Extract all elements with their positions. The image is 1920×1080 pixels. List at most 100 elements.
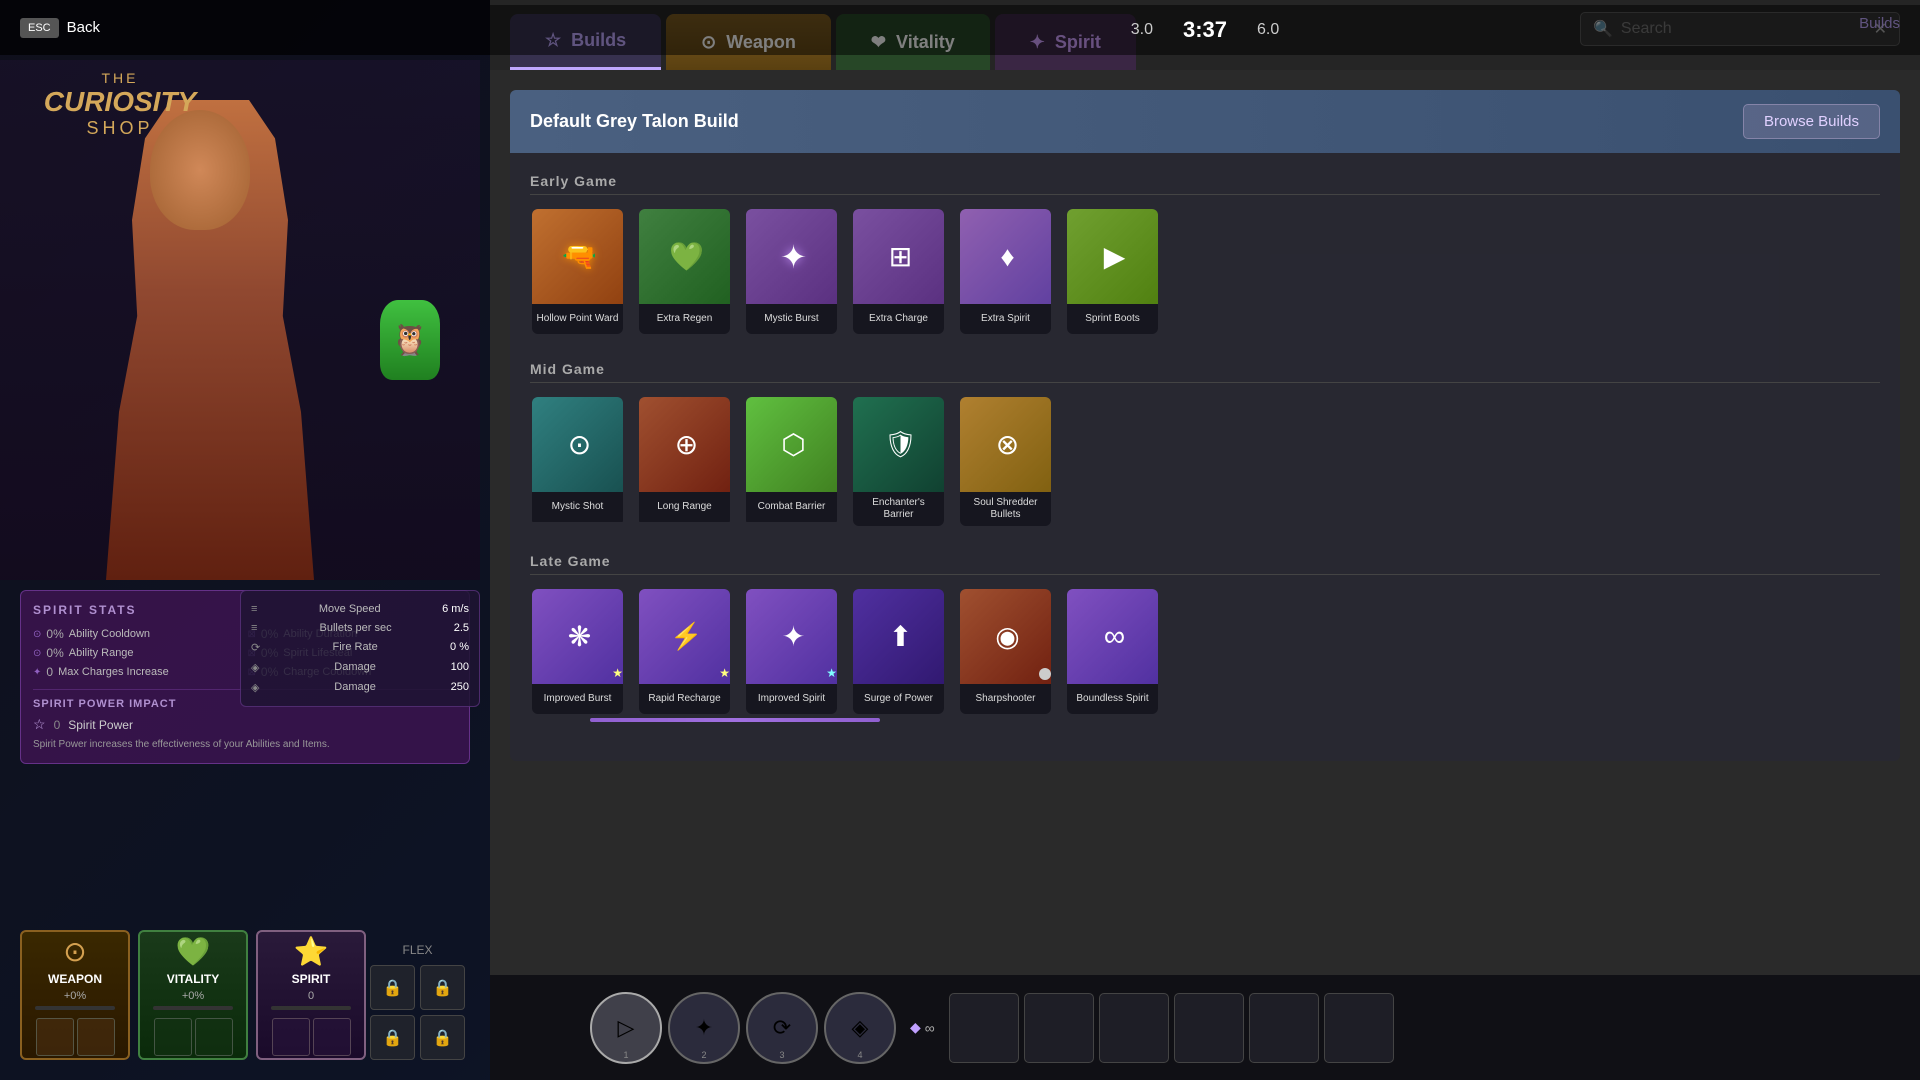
flex-slot-2: 🔒: [420, 965, 465, 1010]
damage1-val: 100: [451, 661, 469, 674]
vitality-icon: 💚: [176, 935, 211, 968]
fire-rate-row: ⟳ Fire Rate 0 %: [251, 639, 469, 656]
spirit-power-label: Spirit Power: [68, 718, 133, 732]
item-sharpshooter[interactable]: ◉ Sharpshooter: [958, 587, 1053, 716]
vitality-slot-2: [195, 1018, 233, 1056]
move-speed-icon: ≡: [251, 603, 257, 615]
spirit-power-zero: 0: [54, 718, 61, 732]
range-icon: ⊙: [33, 648, 41, 659]
item-soul-shredder-bullets[interactable]: ⊗ Soul Shredder Bullets: [958, 395, 1053, 528]
item-slot-2: [1024, 993, 1094, 1063]
spirit-power-star: ☆: [33, 716, 46, 733]
upgrade-cards: ⊙ WEAPON +0% 💚 VITALITY +0% ⭐ SPIRIT 0: [20, 930, 366, 1060]
vitality-slot-1: [154, 1018, 192, 1056]
extra-regen-name: Extra Regen: [639, 304, 730, 334]
early-game-items: 🔫 Hollow Point Ward 💚 Extra Regen ✦: [530, 207, 1880, 336]
ability-slot-3[interactable]: ⟳ 3: [746, 992, 818, 1064]
early-game-section: Early Game 🔫 Hollow Point Ward 💚 Extra R…: [530, 173, 1880, 336]
stat-max-charges: ✦ 0 Max Charges Increase: [33, 665, 243, 679]
center-connector: ◆ ∞: [910, 1019, 935, 1036]
spirit-pct: 0: [308, 990, 314, 1002]
spirit-power-row: ☆ 0 Spirit Power: [33, 716, 457, 733]
item-hollow-point-ward[interactable]: 🔫 Hollow Point Ward: [530, 207, 625, 336]
item-extra-regen[interactable]: 💚 Extra Regen: [637, 207, 732, 336]
bullets-icon: ≡: [251, 622, 257, 634]
bullets-row: ≡ Bullets per sec 2.5: [251, 620, 469, 636]
damage1-icon: ◈: [251, 661, 259, 674]
soul-shredder-name: Soul Shredder Bullets: [960, 492, 1051, 526]
boundless-spirit-name: Boundless Spirit: [1067, 684, 1158, 714]
item-extra-charge[interactable]: ⊞ Extra Charge: [851, 207, 946, 336]
cooldown-label: Ability Cooldown: [69, 628, 150, 640]
ability-slot-1[interactable]: ▷ 1: [590, 992, 662, 1064]
item-rapid-recharge[interactable]: ⚡ ★ Rapid Recharge: [637, 587, 732, 716]
item-enchanters-barrier[interactable]: 🛡 Enchanter's Barrier: [851, 395, 946, 528]
hud-top-bar: 3.0 3:37 6.0: [490, 5, 1920, 55]
item-slot-1: [949, 993, 1019, 1063]
spirit-slot-2: [313, 1018, 351, 1056]
move-speed-label: Move Speed: [319, 603, 381, 615]
flex-label: FLEX: [370, 943, 465, 957]
item-mystic-burst[interactable]: ✦ Mystic Burst: [744, 207, 839, 336]
ability-slot-2[interactable]: ✦ 2: [668, 992, 740, 1064]
surge-of-power-name: Surge of Power: [853, 684, 944, 714]
long-range-name: Long Range: [639, 492, 730, 522]
spirit-name: SPIRIT: [292, 972, 331, 986]
main-content: ☆ Builds ⊙ Weapon ❤ Vitality ✦ Spirit 🔍 …: [490, 0, 1920, 1080]
improved-burst-icon: ❋ ★: [532, 589, 625, 684]
item-slots: [949, 993, 1394, 1063]
item-slot-6: [1324, 993, 1394, 1063]
item-surge-of-power[interactable]: ⬆ Surge of Power: [851, 587, 946, 716]
ability-bar: ▷ 1 ✦ 2 ⟳ 3 ◈ 4 ◆ ∞: [490, 975, 1920, 1080]
logo-curiosity: CURIOSITY: [20, 86, 220, 118]
vitality-upgrade-card[interactable]: 💚 VITALITY +0%: [138, 930, 248, 1060]
fire-rate-val: 0 %: [450, 641, 469, 654]
enchanters-barrier-name: Enchanter's Barrier: [853, 492, 944, 526]
weapon-name: WEAPON: [48, 972, 102, 986]
back-button[interactable]: Back: [67, 19, 100, 36]
item-mystic-shot[interactable]: ⊙ Mystic Shot: [530, 395, 625, 528]
build-content: Early Game 🔫 Hollow Point Ward 💚 Extra R…: [510, 153, 1900, 761]
item-sprint-boots[interactable]: ▶ Sprint Boots: [1065, 207, 1160, 336]
logo-shop: SHOP: [20, 118, 220, 139]
item-combat-barrier[interactable]: ⬡ Combat Barrier: [744, 395, 839, 528]
combat-barrier-name: Combat Barrier: [746, 492, 837, 522]
sprint-boots-name: Sprint Boots: [1067, 304, 1158, 334]
flex-slot-3: 🔒: [370, 1015, 415, 1060]
item-slot-4: [1174, 993, 1244, 1063]
weapon-pct: +0%: [64, 990, 86, 1002]
browse-builds-button[interactable]: Browse Builds: [1743, 104, 1880, 139]
item-boundless-spirit[interactable]: ∞ Boundless Spirit: [1065, 587, 1160, 716]
item-long-range[interactable]: ⊕ Long Range: [637, 395, 732, 528]
weapon-slot-1: [36, 1018, 74, 1056]
spirit-upgrade-card[interactable]: ⭐ SPIRIT 0: [256, 930, 366, 1060]
combat-barrier-icon: ⬡: [746, 397, 839, 492]
item-improved-spirit[interactable]: ✦ ★ Improved Spirit: [744, 587, 839, 716]
soul-shredder-icon: ⊗: [960, 397, 1053, 492]
score-right: 6.0: [1257, 21, 1279, 39]
ability-slot-4[interactable]: ◈ 4: [824, 992, 896, 1064]
item-slot-5: [1249, 993, 1319, 1063]
spirit-slot-1: [272, 1018, 310, 1056]
connector-diamond: ◆: [910, 1019, 921, 1036]
weapon-upgrade-card[interactable]: ⊙ WEAPON +0%: [20, 930, 130, 1060]
item-improved-burst[interactable]: ❋ ★ Improved Burst: [530, 587, 625, 716]
bullets-label: Bullets per sec: [319, 622, 391, 634]
charges-label: Max Charges Increase: [58, 666, 169, 678]
mystic-shot-name: Mystic Shot: [532, 492, 623, 522]
left-panel: ESC Back THE CURIOSITY SHOP 🦉 SPIRIT STA…: [0, 0, 490, 1080]
improved-spirit-icon: ✦ ★: [746, 589, 839, 684]
item-extra-spirit[interactable]: ♦ Extra Spirit: [958, 207, 1053, 336]
speed-stats: ≡ Move Speed 6 m/s ≡ Bullets per sec 2.5…: [251, 601, 469, 696]
fire-rate-label: Fire Rate: [333, 641, 378, 654]
fire-rate-icon: ⟳: [251, 641, 260, 654]
connector-infinity: ∞: [925, 1020, 935, 1036]
cooldown-icon: ⊙: [33, 629, 41, 640]
esc-button[interactable]: ESC: [20, 18, 59, 38]
damage1-label: Damage: [334, 661, 376, 674]
extra-spirit-icon: ♦: [960, 209, 1053, 304]
weapon-bar: [35, 1006, 115, 1010]
move-speed-val: 6 m/s: [442, 603, 469, 615]
builds-panel: Default Grey Talon Build Browse Builds E…: [490, 70, 1920, 1080]
flex-slots: 🔒 🔒 🔒 🔒: [370, 965, 465, 1060]
